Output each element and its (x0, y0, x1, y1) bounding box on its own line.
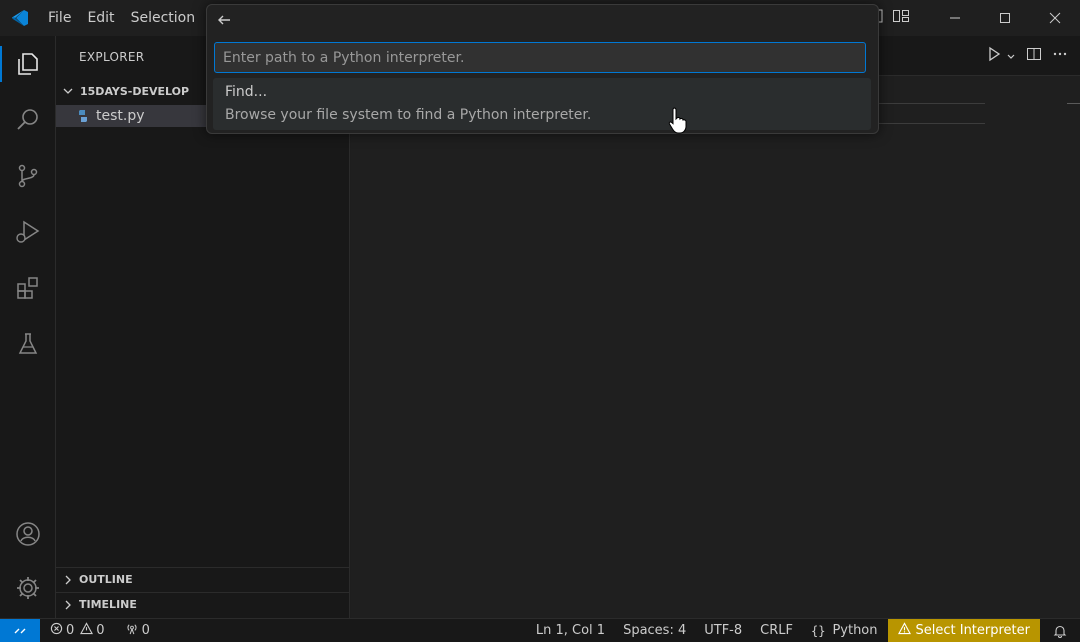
source-control-icon[interactable] (0, 152, 56, 200)
encoding[interactable]: UTF-8 (698, 619, 748, 642)
chevron-down-icon (62, 85, 76, 97)
maximize-button[interactable] (980, 0, 1030, 36)
chevron-right-icon (62, 574, 76, 586)
vscode-logo-icon (0, 0, 40, 36)
language-label: Python (832, 623, 878, 638)
notifications-bell-icon[interactable] (1040, 619, 1080, 642)
menu-selection[interactable]: Selection (123, 0, 204, 36)
problems-indicator[interactable]: 0 0 (44, 619, 111, 642)
testing-icon[interactable] (0, 320, 56, 368)
warning-icon (897, 622, 911, 639)
run-python-file-icon[interactable] (986, 46, 1002, 66)
remote-indicator-icon[interactable] (0, 618, 40, 642)
option-label: Find... (225, 84, 268, 100)
close-button[interactable] (1030, 0, 1080, 36)
chevron-right-icon (62, 599, 76, 611)
folder-label: 15DAYS-DEVELOP (80, 84, 190, 98)
outline-section[interactable]: OUTLINE (56, 567, 350, 591)
timeline-label: TIMELINE (79, 598, 137, 611)
minimize-button[interactable] (930, 0, 980, 36)
select-interpreter-button[interactable]: Select Interpreter (887, 618, 1040, 642)
indentation[interactable]: Spaces: 4 (617, 619, 692, 642)
customize-layout-icon[interactable] (892, 8, 910, 28)
menu-file[interactable]: File (40, 0, 79, 36)
find-interpreter-option[interactable]: Find... Browse your file system to find … (213, 78, 871, 130)
extensions-icon[interactable] (0, 264, 56, 312)
scrollbar-marker (1067, 103, 1080, 104)
cursor-position[interactable]: Ln 1, Col 1 (530, 619, 611, 642)
interpreter-path-input[interactable] (214, 42, 866, 73)
line-ending[interactable]: CRLF (754, 619, 799, 642)
chevron-down-icon[interactable] (1006, 47, 1016, 66)
file-label: test.py (96, 108, 145, 124)
select-interpreter-label: Select Interpreter (915, 623, 1031, 638)
vscode-window: File Edit Selection EXPLORER 15DAYS-DEVE… (0, 0, 1080, 642)
run-debug-icon[interactable] (0, 208, 56, 256)
hand-pointer-cursor-icon (668, 106, 688, 138)
error-icon (50, 622, 63, 639)
split-editor-icon[interactable] (1026, 46, 1042, 66)
warning-icon (80, 622, 94, 639)
activity-bar (0, 36, 56, 618)
more-actions-icon[interactable] (1052, 46, 1068, 66)
broadcast-icon (125, 622, 139, 639)
accounts-icon[interactable] (0, 510, 56, 558)
settings-gear-icon[interactable] (0, 564, 56, 612)
option-description: Browse your file system to find a Python… (225, 107, 592, 123)
outline-label: OUTLINE (79, 573, 133, 586)
search-icon[interactable] (0, 96, 56, 144)
warning-count: 0 (96, 623, 105, 638)
timeline-section[interactable]: TIMELINE (56, 592, 350, 616)
back-arrow-icon[interactable] (213, 9, 235, 31)
menu-edit[interactable]: Edit (79, 0, 122, 36)
ports-indicator[interactable]: 0 (119, 619, 156, 642)
sidebar-title: EXPLORER (79, 50, 145, 64)
ports-count: 0 (141, 623, 150, 638)
quick-input-widget: Find... Browse your file system to find … (206, 4, 879, 134)
error-count: 0 (66, 623, 75, 638)
braces-icon: {} (810, 623, 826, 638)
language-mode[interactable]: {} Python (805, 619, 884, 642)
python-file-icon (76, 109, 92, 123)
status-bar: 0 0 0 Ln 1, Col 1 Spaces: 4 UTF-8 CRLF {… (0, 618, 1080, 642)
explorer-icon[interactable] (0, 40, 56, 88)
